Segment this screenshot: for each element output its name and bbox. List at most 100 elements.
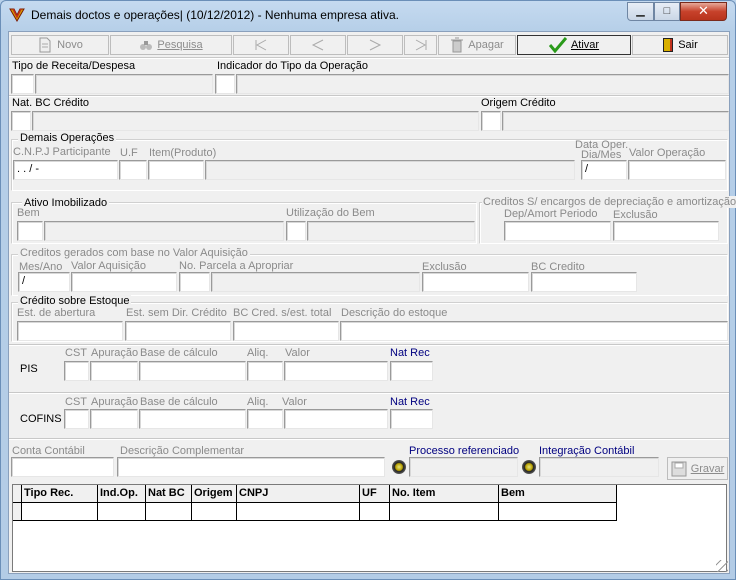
nat-bc-credito-label: Nat. BC Crédito [12, 97, 90, 109]
table-row-cell[interactable] [146, 503, 192, 521]
col-nat-bc[interactable]: Nat BC [146, 485, 192, 503]
pis-valor-label: Valor [285, 347, 310, 359]
est-abertura-label: Est. de abertura [17, 307, 96, 319]
pis-apuracao-field[interactable] [90, 361, 138, 381]
col-cnpj[interactable]: CNPJ [237, 485, 360, 503]
pis-cst-field[interactable] [64, 361, 89, 381]
bc-credito-field[interactable] [531, 272, 637, 292]
col-bem[interactable]: Bem [499, 485, 617, 503]
integracao-radio-icon[interactable] [522, 460, 536, 474]
cofins-cst-field[interactable] [64, 409, 89, 429]
pis-valor-field[interactable] [284, 361, 388, 381]
item-produto-label: Item(Produto) [149, 147, 217, 159]
indicador-operacao-label: Indicador do Tipo da Operação [217, 60, 369, 72]
close-button[interactable]: ✕ [680, 2, 727, 21]
app-logo-icon [9, 8, 25, 22]
valor-operacao-field[interactable] [628, 160, 726, 180]
exit-door-icon [663, 38, 674, 52]
sair-button[interactable]: Sair [632, 35, 728, 55]
maximize-button[interactable]: □ [654, 2, 680, 21]
table-row-cell[interactable] [360, 503, 390, 521]
novo-button[interactable]: Novo [11, 35, 109, 55]
pis-aliq-field[interactable] [247, 361, 283, 381]
descricao-complementar-label: Descrição Complementar [120, 445, 245, 457]
col-tipo-rec[interactable]: Tipo Rec. [22, 485, 98, 503]
tipo-receita-code-field[interactable] [11, 74, 34, 94]
table-row-cell[interactable] [237, 503, 360, 521]
cofins-cst-label: CST [65, 396, 87, 408]
minimize-button[interactable]: ▁ [627, 2, 654, 21]
parcela-code-field[interactable] [179, 272, 210, 292]
mes-ano-field[interactable]: / [18, 272, 70, 292]
processo-radio-icon[interactable] [392, 460, 406, 474]
indicador-operacao-code-field[interactable] [215, 74, 235, 94]
cofins-base-field[interactable] [139, 409, 246, 429]
uf-field[interactable] [119, 160, 147, 180]
col-origem[interactable]: Origem [192, 485, 237, 503]
item-produto-code-field[interactable] [148, 160, 204, 180]
utilizacao-code-field[interactable] [286, 221, 306, 241]
cofins-natrec-field[interactable] [390, 409, 433, 429]
gravar-button[interactable]: Gravar [667, 457, 728, 480]
save-disk-icon [671, 461, 687, 476]
nat-bc-code-field[interactable] [11, 111, 31, 131]
col-uf[interactable]: UF [360, 485, 390, 503]
pis-title: PIS [20, 363, 38, 375]
nat-bc-desc-field [32, 111, 479, 131]
pis-base-label: Base de cálculo [140, 347, 218, 359]
first-record-button[interactable] [233, 35, 289, 55]
last-record-button[interactable] [404, 35, 437, 55]
binoculars-icon [140, 41, 153, 50]
valor-aquisicao-label: Valor Aquisição [71, 260, 147, 272]
col-no-item[interactable]: No. Item [390, 485, 499, 503]
cofins-base-label: Base de cálculo [140, 396, 218, 408]
cofins-title: COFINS [20, 413, 62, 425]
ativar-button[interactable]: Ativar [517, 35, 631, 55]
resize-grip-icon[interactable] [716, 560, 728, 572]
cofins-aliq-label: Aliq. [247, 396, 269, 408]
processo-referenciado-field [409, 457, 518, 477]
title-bar[interactable]: Demais doctos e operações| (10/12/2012) … [1, 1, 735, 29]
previous-record-button[interactable] [290, 35, 346, 55]
aquisicao-exclusao-field[interactable] [422, 272, 529, 292]
novo-label: Novo [57, 39, 83, 51]
cofins-valor-field[interactable] [284, 409, 388, 429]
demais-operacoes-title: Demais Operações [18, 132, 117, 144]
next-record-icon [369, 39, 382, 51]
cofins-apuracao-field[interactable] [90, 409, 138, 429]
records-grid[interactable]: Tipo Rec. Ind.Op. Nat BC Origem CNPJ UF … [12, 484, 727, 572]
parcela-desc-field [211, 272, 420, 292]
origem-credito-label: Origem Crédito [481, 97, 556, 109]
checkmark-icon [548, 37, 567, 53]
next-record-button[interactable] [347, 35, 403, 55]
pis-natrec-field[interactable] [390, 361, 433, 381]
origem-credito-code-field[interactable] [481, 111, 501, 131]
tipo-receita-desc-field [35, 74, 213, 94]
grid-row-indicator[interactable] [13, 503, 22, 521]
encargos-exclusao-field[interactable] [613, 221, 719, 241]
descricao-complementar-field[interactable] [117, 457, 385, 477]
pis-base-field[interactable] [139, 361, 246, 381]
col-ind-op[interactable]: Ind.Op. [98, 485, 146, 503]
dep-amort-field[interactable] [504, 221, 611, 241]
pesquisa-button[interactable]: Pesquisa [110, 35, 232, 55]
cofins-aliq-field[interactable] [247, 409, 283, 429]
est-sem-dir-field[interactable] [125, 321, 231, 341]
table-row-cell[interactable] [192, 503, 237, 521]
apagar-button[interactable]: Apagar [438, 35, 516, 55]
origem-credito-desc-field [502, 111, 729, 131]
data-operacao-field[interactable]: / [581, 160, 627, 180]
cnpj-participante-field[interactable]: . . / - [13, 160, 118, 180]
indicador-operacao-desc-field [236, 74, 729, 94]
table-row-cell[interactable] [22, 503, 98, 521]
descricao-estoque-field[interactable] [340, 321, 728, 341]
bem-code-field[interactable] [17, 221, 43, 241]
encargos-title: Creditos S/ encargos de depreciação e am… [482, 196, 736, 208]
table-row-cell[interactable] [390, 503, 499, 521]
table-row-cell[interactable] [499, 503, 617, 521]
bc-cred-est-field[interactable] [233, 321, 339, 341]
table-row-cell[interactable] [98, 503, 146, 521]
valor-aquisicao-field[interactable] [71, 272, 177, 292]
est-abertura-field[interactable] [17, 321, 123, 341]
conta-contabil-field[interactable] [11, 457, 114, 477]
